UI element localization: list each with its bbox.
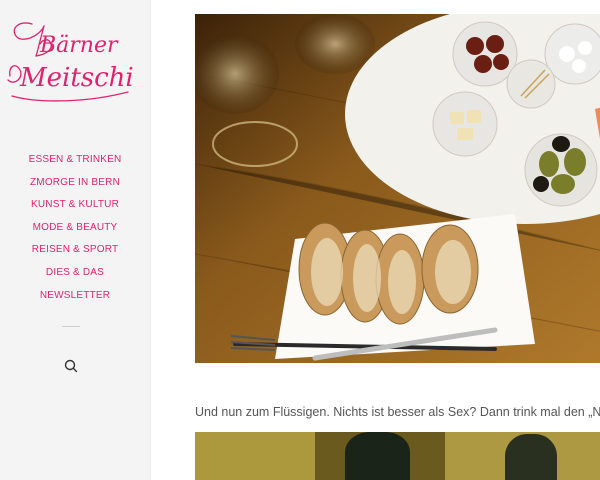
article-photo-food xyxy=(195,14,600,363)
nav-item-newsletter[interactable]: NEWSLETTER xyxy=(0,289,150,312)
search-button[interactable] xyxy=(63,358,79,374)
nav-item-essen-trinken[interactable]: ESSEN & TRINKEN xyxy=(0,153,150,176)
nav-item-dies-das[interactable]: DIES & DAS xyxy=(0,266,150,289)
nav-item-kunst-kultur[interactable]: KUNST & KULTUR xyxy=(0,198,150,221)
article-paragraph: Und nun zum Flüssigen. Nichts ist besser… xyxy=(195,404,600,419)
search-icon xyxy=(64,359,78,373)
nav-item-mode-beauty[interactable]: MODE & BEAUTY xyxy=(0,221,150,244)
sidebar-divider xyxy=(62,326,80,327)
food-photo-illustration xyxy=(195,14,600,363)
nav-item-zmorge-in-bern[interactable]: ZMORGE IN BERN xyxy=(0,176,150,199)
logo-script: Bärner Meitschi xyxy=(7,22,134,102)
article-photo-bottles xyxy=(195,432,600,480)
sidebar: Bärner Meitschi ESSEN & TRINKEN ZMORGE I… xyxy=(0,0,151,480)
site-logo[interactable]: Bärner Meitschi xyxy=(0,6,150,106)
logo-line2: Meitschi xyxy=(19,63,134,93)
nav-item-reisen-sport[interactable]: REISEN & SPORT xyxy=(0,243,150,266)
bottles-photo-illustration xyxy=(195,432,600,480)
main-content: Und nun zum Flüssigen. Nichts ist besser… xyxy=(150,0,600,480)
logo-line1: Bärner xyxy=(39,33,119,58)
main-navigation: ESSEN & TRINKEN ZMORGE IN BERN KUNST & K… xyxy=(0,153,150,311)
